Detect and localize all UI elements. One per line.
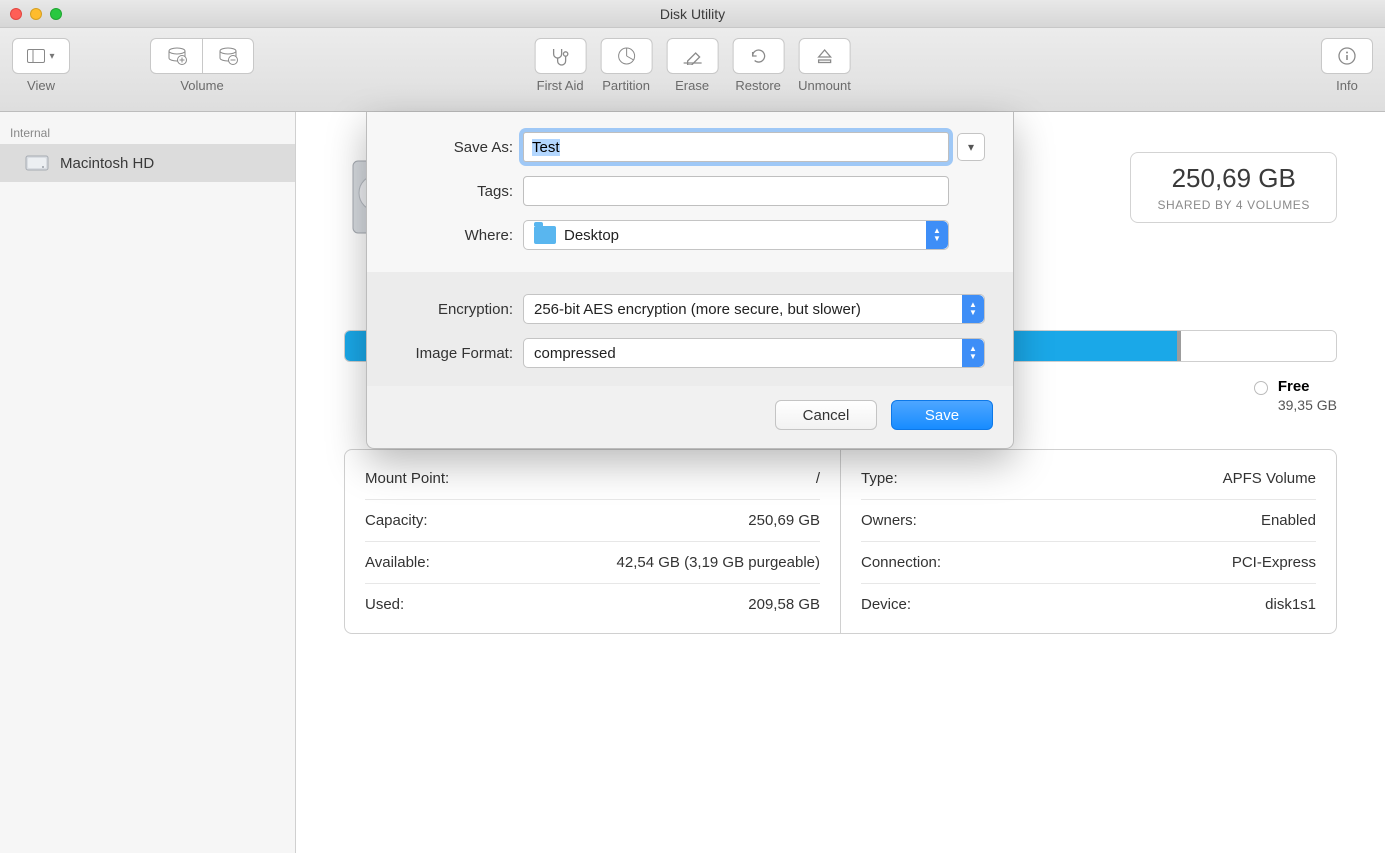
props-col-right: Type: APFS Volume Owners: Enabled Connecti… [841, 450, 1336, 633]
save-button[interactable]: Save [891, 400, 993, 430]
prop-key: Capacity: [365, 512, 428, 529]
encryption-select[interactable]: 256-bit AES encryption (more secure, but… [523, 294, 985, 324]
expand-save-panel-button[interactable]: ▾ [957, 133, 985, 161]
chevron-down-icon: ▾ [968, 140, 974, 154]
select-stepper-icon: ▲▼ [962, 339, 984, 367]
prop-val: APFS Volume [1223, 470, 1316, 487]
volume-shared: SHARED BY 4 VOLUMES [1157, 198, 1310, 212]
eject-icon [816, 47, 834, 65]
prop-val: 209,58 GB [748, 596, 820, 613]
legend-free-label: Free [1278, 378, 1337, 395]
image-format-value: compressed [534, 345, 616, 362]
legend-free-value: 39,35 GB [1278, 397, 1337, 413]
restore-label: Restore [735, 78, 781, 93]
prop-key: Mount Point: [365, 470, 449, 487]
prop-val: / [816, 470, 820, 487]
save-sheet: Save As: ▾ Tags: Where: Desktop ▲▼ [366, 112, 1014, 449]
tb-view-group: ▾ View [12, 38, 70, 93]
prop-row: Connection: PCI-Express [861, 542, 1316, 584]
pie-icon [616, 46, 636, 66]
prop-key: Type: [861, 470, 898, 487]
prop-val: 250,69 GB [748, 512, 820, 529]
where-value: Desktop [564, 227, 619, 244]
volume-remove-icon [218, 47, 238, 65]
where-label: Where: [395, 227, 513, 244]
props-col-left: Mount Point: / Capacity: 250,69 GB Availab… [345, 450, 841, 633]
prop-row: Type: APFS Volume [861, 458, 1316, 500]
encryption-label: Encryption: [395, 301, 513, 318]
image-format-label: Image Format: [395, 345, 513, 362]
prop-row: Used: 209,58 GB [365, 584, 820, 625]
prop-val: disk1s1 [1265, 596, 1316, 613]
tags-label: Tags: [395, 183, 513, 200]
volume-size: 250,69 GB [1157, 163, 1310, 194]
info-button[interactable] [1321, 38, 1373, 74]
sidebar-section-header: Internal [0, 120, 295, 144]
cancel-button[interactable]: Cancel [775, 400, 877, 430]
encryption-value: 256-bit AES encryption (more secure, but… [534, 301, 861, 318]
size-box: 250,69 GB SHARED BY 4 VOLUMES [1130, 152, 1337, 223]
chevron-down-icon: ▾ [49, 51, 54, 62]
tb-volume-group: Volume [150, 38, 254, 93]
where-select[interactable]: Desktop ▲▼ [523, 220, 949, 250]
prop-row: Device: disk1s1 [861, 584, 1316, 625]
volume-remove-button[interactable] [202, 38, 254, 74]
titlebar: Disk Utility [0, 0, 1385, 28]
prop-val: PCI-Express [1232, 554, 1316, 571]
info-label: Info [1336, 78, 1358, 93]
usage-free-segment [1181, 331, 1336, 361]
volume-properties: Mount Point: / Capacity: 250,69 GB Availab… [344, 449, 1337, 634]
prop-key: Used: [365, 596, 404, 613]
prop-row: Available: 42,54 GB (3,19 GB purgeable) [365, 542, 820, 584]
erase-label: Erase [675, 78, 709, 93]
tb-info-group: Info [1321, 38, 1373, 93]
sidebar-layout-icon [27, 49, 45, 63]
window-title: Disk Utility [0, 6, 1385, 22]
volume-add-button[interactable] [150, 38, 202, 74]
prop-key: Device: [861, 596, 911, 613]
toolbar: ▾ View Volume First Aid Partition Erase … [0, 28, 1385, 112]
prop-key: Available: [365, 554, 430, 571]
main-area: Internal Macintosh HD 250,69 GB SHARED B… [0, 112, 1385, 853]
prop-row: Capacity: 250,69 GB [365, 500, 820, 542]
volume-label: Volume [180, 78, 223, 93]
prop-val: Enabled [1261, 512, 1316, 529]
view-label: View [27, 78, 55, 93]
partition-button[interactable] [600, 38, 652, 74]
erase-button[interactable] [666, 38, 718, 74]
stethoscope-icon [549, 46, 571, 66]
image-format-select[interactable]: compressed ▲▼ [523, 338, 985, 368]
volume-add-icon [167, 47, 187, 65]
first-aid-label: First Aid [537, 78, 584, 93]
save-as-input[interactable] [523, 132, 949, 162]
restore-icon [748, 46, 768, 66]
partition-label: Partition [602, 78, 650, 93]
info-icon [1337, 46, 1357, 66]
restore-button[interactable] [732, 38, 784, 74]
sidebar-item-macintosh-hd[interactable]: Macintosh HD [0, 144, 295, 182]
sidebar-item-label: Macintosh HD [60, 155, 154, 172]
select-stepper-icon: ▲▼ [926, 221, 948, 249]
first-aid-button[interactable] [534, 38, 586, 74]
prop-key: Connection: [861, 554, 941, 571]
erase-icon [681, 47, 703, 65]
save-as-label: Save As: [395, 139, 513, 156]
prop-row: Mount Point: / [365, 458, 820, 500]
unmount-label: Unmount [798, 78, 851, 93]
toolbar-center: First Aid Partition Erase Restore Unmoun… [534, 38, 851, 93]
internal-disk-icon [24, 150, 50, 176]
tags-input[interactable] [523, 176, 949, 206]
unmount-button[interactable] [799, 38, 851, 74]
prop-row: Owners: Enabled [861, 500, 1316, 542]
sidebar: Internal Macintosh HD [0, 112, 296, 853]
legend-dot-free [1254, 381, 1268, 395]
view-button[interactable]: ▾ [12, 38, 70, 74]
select-stepper-icon: ▲▼ [962, 295, 984, 323]
prop-key: Owners: [861, 512, 917, 529]
folder-icon [534, 226, 556, 244]
prop-val: 42,54 GB (3,19 GB purgeable) [617, 554, 820, 571]
legend-free: Free 39,35 GB [1254, 378, 1337, 413]
